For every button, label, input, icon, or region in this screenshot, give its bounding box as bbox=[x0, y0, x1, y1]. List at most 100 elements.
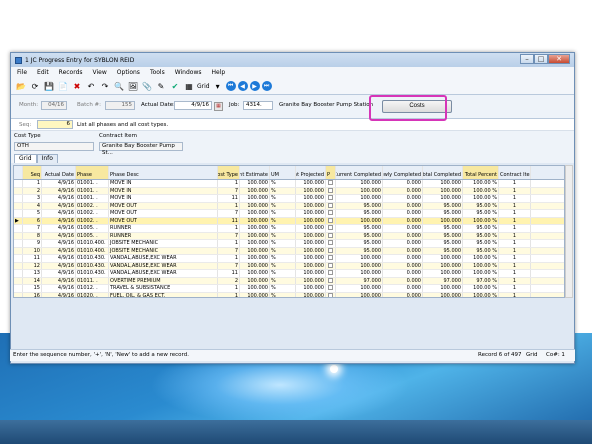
cell-newly-completed[interactable]: 0.000 bbox=[383, 202, 423, 209]
cell-p[interactable] bbox=[326, 255, 336, 262]
cell-current-projected[interactable]: 100.000 bbox=[296, 232, 326, 239]
cell-phase-desc[interactable]: MOVE OUT bbox=[109, 210, 218, 217]
cell-seq[interactable]: 1 bbox=[23, 180, 42, 187]
col-current-completed[interactable]: Current Completed bbox=[336, 166, 383, 179]
cell-total-percent[interactable]: 100.00 % bbox=[463, 255, 499, 262]
table-row[interactable]: 15 4/9/16 01012. . TRAVEL & SUBSISTANCE 1 100… bbox=[14, 285, 564, 293]
cell-phase-desc[interactable]: OVERTIME PREMIUM bbox=[109, 277, 218, 284]
row-indicator[interactable] bbox=[14, 240, 23, 247]
cell-contract-item[interactable]: 1 bbox=[499, 292, 531, 297]
menu-tools[interactable]: Tools bbox=[150, 69, 165, 76]
cell-newly-completed[interactable]: 0.000 bbox=[383, 292, 423, 297]
cell-phase[interactable]: 01010.430. bbox=[76, 255, 109, 262]
row-indicator[interactable] bbox=[14, 277, 23, 284]
table-row[interactable]: 7 4/9/16 01005. . RUNNER 1 100.000% 100.000 95.… bbox=[14, 225, 564, 233]
cell-actual-date[interactable]: 4/9/16 bbox=[42, 240, 76, 247]
table-row[interactable]: 5 4/9/16 01002. . MOVE OUT 7 100.000% 100.000 9… bbox=[14, 210, 564, 218]
cell-newly-completed[interactable]: 0.000 bbox=[383, 277, 423, 284]
job-field[interactable]: 4314. bbox=[243, 101, 273, 110]
cell-um[interactable]: % bbox=[270, 270, 296, 277]
cell-newly-completed[interactable]: 0.000 bbox=[383, 225, 423, 232]
cell-seq[interactable]: 6 bbox=[23, 217, 42, 224]
cell-actual-date[interactable]: 4/9/16 bbox=[42, 292, 76, 297]
table-row[interactable]: 12 4/9/16 01010.430. VANDAL,ABUSE,EXC WEAR 7… bbox=[14, 262, 564, 270]
cell-phase-desc[interactable]: RUNNER bbox=[109, 225, 218, 232]
cell-newly-completed[interactable]: 0.000 bbox=[383, 262, 423, 269]
cell-phase-desc[interactable]: VANDAL,ABUSE,EXC WEAR bbox=[109, 262, 218, 269]
col-um[interactable]: UM bbox=[270, 166, 296, 179]
first-record-icon[interactable]: ⏮ bbox=[225, 81, 236, 91]
projected-checkbox[interactable] bbox=[328, 240, 333, 245]
cell-total-completed[interactable]: 95.000 bbox=[423, 240, 463, 247]
row-indicator[interactable] bbox=[14, 210, 23, 217]
cell-phase[interactable]: 01002. . bbox=[76, 202, 109, 209]
new-record-icon[interactable]: 📄 bbox=[57, 80, 69, 92]
cell-contract-item[interactable]: 1 bbox=[499, 240, 531, 247]
cell-phase-desc[interactable]: JOBSITE MECHANIC bbox=[109, 240, 218, 247]
cell-p[interactable] bbox=[326, 232, 336, 239]
cell-p[interactable] bbox=[326, 262, 336, 269]
cell-seq[interactable]: 4 bbox=[23, 202, 42, 209]
row-indicator[interactable] bbox=[14, 180, 23, 187]
cell-total-percent[interactable]: 100.00 % bbox=[463, 187, 499, 194]
cell-total-completed[interactable]: 100.000 bbox=[423, 262, 463, 269]
cell-total-completed[interactable]: 100.000 bbox=[423, 195, 463, 202]
cell-um[interactable]: % bbox=[270, 187, 296, 194]
previous-record-icon[interactable]: ◀ bbox=[237, 81, 248, 91]
cell-total-percent[interactable]: 95.00 % bbox=[463, 247, 499, 254]
cell-current-estimate[interactable]: 100.000 bbox=[240, 240, 270, 247]
cell-actual-date[interactable]: 4/9/16 bbox=[42, 277, 76, 284]
cell-total-percent[interactable]: 100.00 % bbox=[463, 292, 499, 297]
picture-icon[interactable]: 🖼 bbox=[127, 80, 139, 92]
menu-options[interactable]: Options bbox=[117, 69, 140, 76]
cell-p[interactable] bbox=[326, 210, 336, 217]
cell-um[interactable]: % bbox=[270, 195, 296, 202]
projected-checkbox[interactable] bbox=[328, 232, 333, 238]
cell-contract-item[interactable]: 1 bbox=[499, 262, 531, 269]
save-icon[interactable]: 💾 bbox=[43, 80, 55, 92]
cell-current-completed[interactable]: 100.000 bbox=[336, 270, 383, 277]
cell-seq[interactable]: 15 bbox=[23, 285, 42, 292]
cell-cost-type[interactable]: 1 bbox=[218, 225, 240, 232]
projected-checkbox[interactable] bbox=[328, 202, 333, 208]
cell-total-completed[interactable]: 100.000 bbox=[423, 270, 463, 277]
seq-field[interactable]: 6 bbox=[37, 120, 73, 129]
cell-seq[interactable]: 13 bbox=[23, 270, 42, 277]
cell-um[interactable]: % bbox=[270, 255, 296, 262]
cell-phase[interactable]: 01005. . bbox=[76, 232, 109, 239]
cell-newly-completed[interactable]: 0.000 bbox=[383, 270, 423, 277]
cell-p[interactable] bbox=[326, 277, 336, 284]
cell-phase-desc[interactable]: MOVE IN bbox=[109, 180, 218, 187]
row-indicator[interactable] bbox=[14, 270, 23, 277]
table-row[interactable]: 2 4/9/16 01001. . MOVE IN 7 100.000% 100.000 10… bbox=[14, 187, 564, 195]
cell-total-percent[interactable]: 95.00 % bbox=[463, 210, 499, 217]
cell-p[interactable] bbox=[326, 225, 336, 232]
tab-info[interactable]: Info bbox=[36, 154, 58, 163]
table-row[interactable]: 11 4/9/16 01010.430. VANDAL,ABUSE,EXC WEAR 1… bbox=[14, 255, 564, 263]
cell-phase-desc[interactable]: TRAVEL & SUBSISTANCE bbox=[109, 285, 218, 292]
cell-cost-type[interactable]: 7 bbox=[218, 187, 240, 194]
cell-current-projected[interactable]: 100.000 bbox=[296, 187, 326, 194]
cell-newly-completed[interactable]: 0.000 bbox=[383, 285, 423, 292]
cell-um[interactable]: % bbox=[270, 232, 296, 239]
cell-p[interactable] bbox=[326, 270, 336, 277]
cell-total-completed[interactable]: 95.000 bbox=[423, 247, 463, 254]
table-row[interactable]: 8 4/9/16 01005. . RUNNER 7 100.000% 100.000 95.… bbox=[14, 232, 564, 240]
cell-total-percent[interactable]: 100.00 % bbox=[463, 180, 499, 187]
cell-current-completed[interactable]: 100.000 bbox=[336, 255, 383, 262]
cell-current-projected[interactable]: 100.000 bbox=[296, 195, 326, 202]
cell-total-percent[interactable]: 97.00 % bbox=[463, 277, 499, 284]
projected-checkbox[interactable] bbox=[328, 180, 333, 185]
table-row[interactable]: 16 4/9/16 01020. . FUEL, OIL, & GAS ECT. 1 10… bbox=[14, 292, 564, 297]
row-indicator[interactable] bbox=[14, 262, 23, 269]
cell-p[interactable] bbox=[326, 217, 336, 224]
table-row[interactable]: 4 4/9/16 01002. . MOVE OUT 1 100.000% 100.000 9… bbox=[14, 202, 564, 210]
menu-view[interactable]: View bbox=[93, 69, 107, 76]
cell-seq[interactable]: 2 bbox=[23, 187, 42, 194]
cell-current-estimate[interactable]: 100.000 bbox=[240, 210, 270, 217]
cell-p[interactable] bbox=[326, 180, 336, 187]
cell-current-estimate[interactable]: 100.000 bbox=[240, 262, 270, 269]
cell-total-completed[interactable]: 100.000 bbox=[423, 292, 463, 297]
cell-current-estimate[interactable]: 100.000 bbox=[240, 180, 270, 187]
cell-phase[interactable]: 01010.400. bbox=[76, 240, 109, 247]
